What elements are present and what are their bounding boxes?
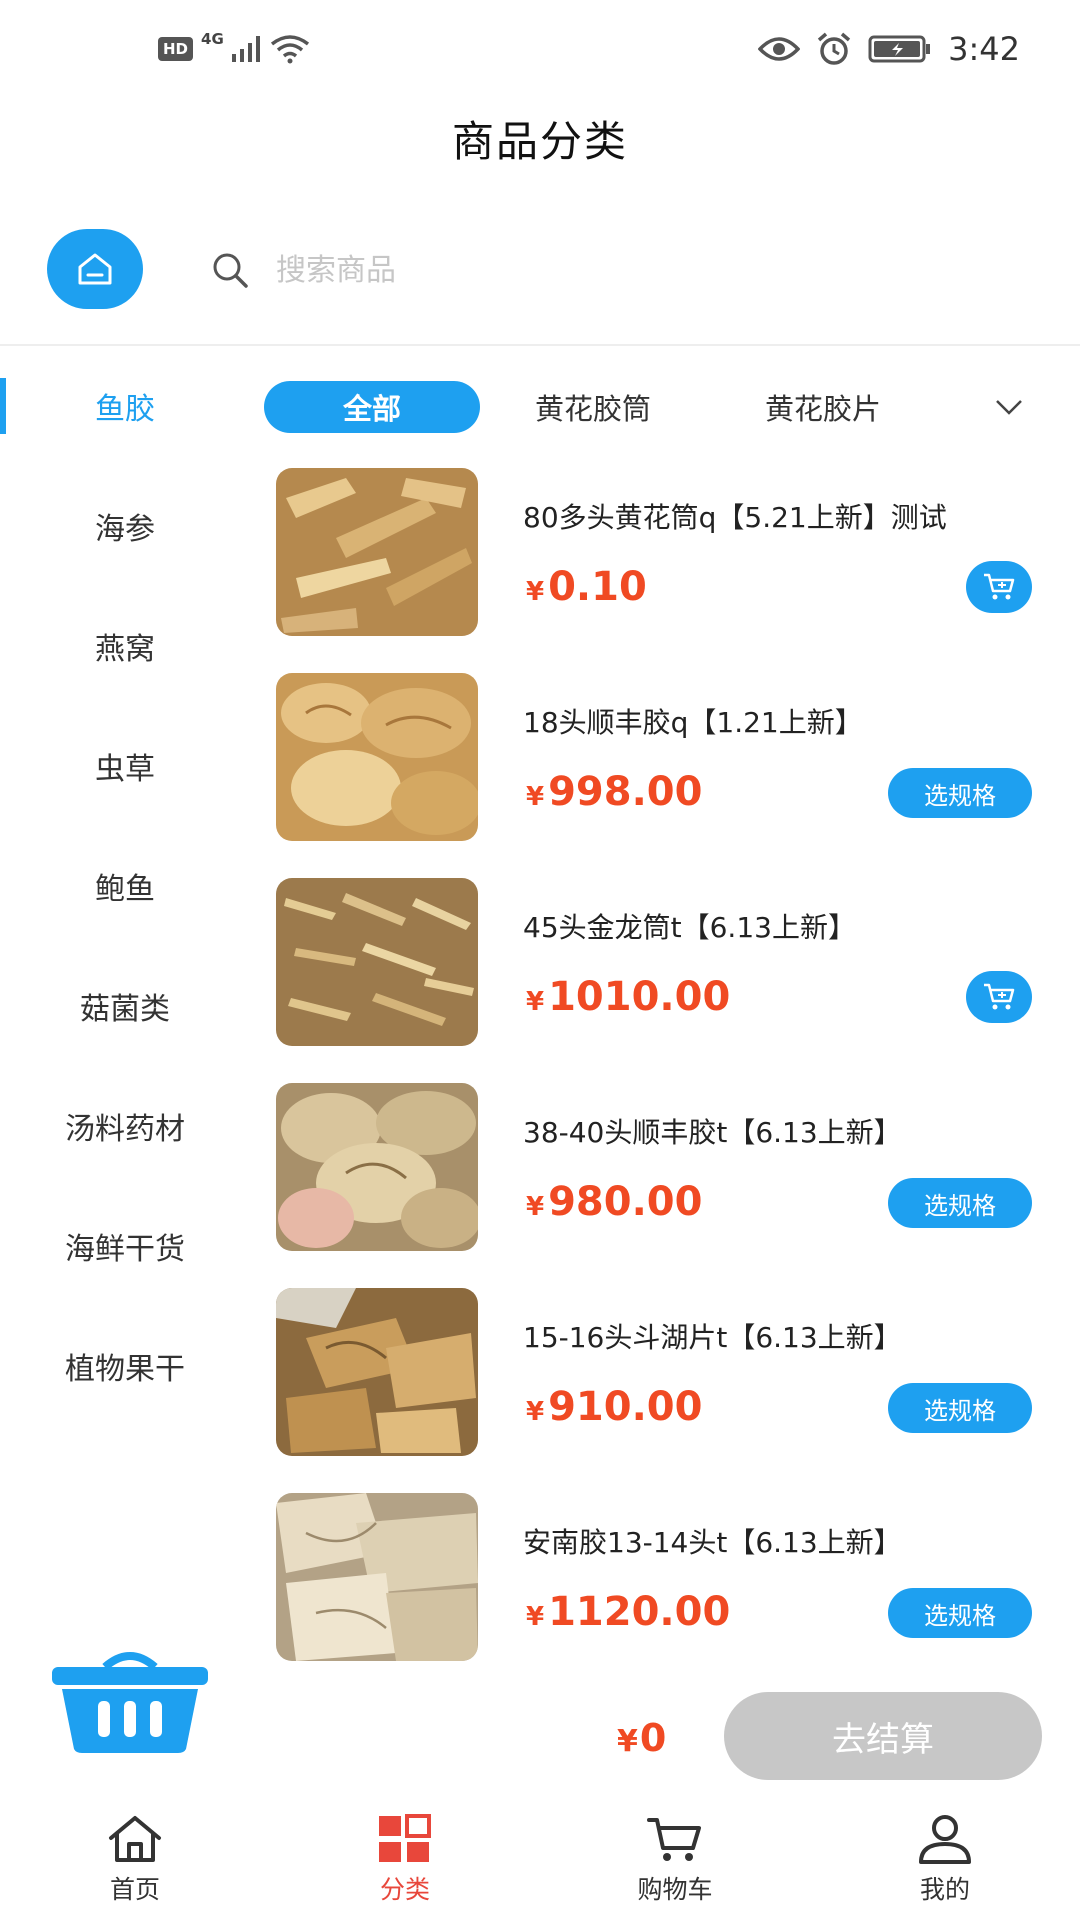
product-image[interactable] bbox=[276, 878, 478, 1046]
expand-subtabs-button[interactable] bbox=[994, 387, 1024, 431]
category-item-birds-nest[interactable]: 燕窝 bbox=[0, 586, 250, 706]
product-item[interactable]: 80多头黄花筒q【5.21上新】测试 ¥ 0.10 bbox=[276, 466, 1066, 671]
product-price: ¥ 980.00 bbox=[526, 1179, 702, 1225]
nav-label: 首页 bbox=[109, 1875, 160, 1904]
bottom-nav: 首页 分类 购物车 我的 bbox=[0, 1800, 1080, 1920]
product-name[interactable]: 安南胶13-14头t【6.13上新】 bbox=[523, 1521, 902, 1561]
select-spec-button[interactable]: 选规格 bbox=[888, 768, 1032, 818]
signal-icon bbox=[231, 36, 260, 62]
currency-symbol: ¥ bbox=[526, 1192, 545, 1222]
nav-item-cart[interactable]: 购物车 bbox=[575, 1814, 775, 1906]
product-price: ¥ 0.10 bbox=[526, 564, 647, 610]
cart-total-amount: 0 bbox=[639, 1716, 667, 1760]
price-amount: 910.00 bbox=[548, 1384, 703, 1430]
add-to-cart-button[interactable] bbox=[966, 971, 1032, 1023]
subtab-tube[interactable]: 黄花胶筒 bbox=[508, 381, 678, 433]
page-title: 商品分类 bbox=[451, 117, 628, 166]
product-price: ¥ 998.00 bbox=[526, 769, 702, 815]
nav-label: 购物车 bbox=[637, 1875, 713, 1904]
product-name[interactable]: 18头顺丰胶q【1.21上新】 bbox=[523, 701, 863, 741]
chevron-down-icon bbox=[996, 400, 1022, 415]
search-bar[interactable] bbox=[210, 240, 1010, 300]
status-time: 3:42 bbox=[948, 30, 1020, 68]
product-item[interactable]: 安南胶13-14头t【6.13上新】 ¥ 1120.00 选规格 bbox=[276, 1491, 1066, 1696]
product-name[interactable]: 45头金龙筒t【6.13上新】 bbox=[523, 906, 856, 946]
category-item-mushrooms[interactable]: 菇菌类 bbox=[0, 946, 250, 1066]
home-button[interactable] bbox=[47, 229, 143, 309]
user-icon bbox=[919, 1815, 971, 1864]
category-item-dried-fruits[interactable]: 植物果干 bbox=[0, 1306, 250, 1426]
nav-item-home[interactable]: 首页 bbox=[35, 1814, 235, 1906]
cart-icon bbox=[647, 1818, 701, 1861]
category-item-soup-herbs[interactable]: 汤料药材 bbox=[0, 1066, 250, 1186]
product-image[interactable] bbox=[276, 673, 478, 841]
wifi-icon bbox=[270, 35, 309, 64]
product-image[interactable] bbox=[276, 1083, 478, 1251]
currency-symbol: ¥ bbox=[617, 1724, 638, 1759]
price-amount: 1120.00 bbox=[548, 1589, 731, 1635]
price-amount: 980.00 bbox=[548, 1179, 703, 1225]
alarm-icon bbox=[818, 32, 851, 65]
cart-add-icon bbox=[984, 573, 1015, 600]
product-item[interactable]: 15-16头斗湖片t【6.13上新】 ¥ 910.00 选规格 bbox=[276, 1286, 1066, 1491]
home-outline-icon bbox=[78, 253, 112, 285]
eye-icon bbox=[758, 37, 801, 61]
search-input[interactable] bbox=[276, 252, 876, 288]
category-item-dried-seafood[interactable]: 海鲜干货 bbox=[0, 1186, 250, 1306]
cart-basket-button[interactable] bbox=[50, 1645, 210, 1759]
product-list: 80多头黄花筒q【5.21上新】测试 ¥ 0.10 18头顺丰胶q【1.21上新… bbox=[276, 466, 1066, 1696]
category-item-abalone[interactable]: 鲍鱼 bbox=[0, 826, 250, 946]
currency-symbol: ¥ bbox=[526, 987, 545, 1017]
category-item-sea-cucumber[interactable]: 海参 bbox=[0, 466, 250, 586]
add-to-cart-button[interactable] bbox=[966, 561, 1032, 613]
product-name[interactable]: 15-16头斗湖片t【6.13上新】 bbox=[523, 1316, 902, 1356]
product-image[interactable] bbox=[276, 468, 478, 636]
category-grid-icon bbox=[379, 1814, 431, 1862]
nav-item-category[interactable]: 分类 bbox=[305, 1814, 505, 1906]
product-price: ¥ 1120.00 bbox=[526, 1589, 730, 1635]
select-spec-button[interactable]: 选规格 bbox=[888, 1178, 1032, 1228]
category-item-fish-maw[interactable]: 鱼胶 bbox=[0, 346, 250, 466]
checkout-button[interactable]: 去结算 bbox=[724, 1692, 1042, 1780]
nav-item-me[interactable]: 我的 bbox=[845, 1814, 1045, 1906]
status-right: 3:42 bbox=[758, 30, 1020, 68]
nav-label: 分类 bbox=[379, 1875, 430, 1904]
select-spec-button[interactable]: 选规格 bbox=[888, 1383, 1032, 1433]
product-item[interactable]: 38-40头顺丰胶t【6.13上新】 ¥ 980.00 选规格 bbox=[276, 1081, 1066, 1286]
subcategory-tabs: 全部 黄花胶筒 黄花胶片 bbox=[264, 381, 1044, 433]
product-image[interactable] bbox=[276, 1493, 478, 1661]
subtab-slice[interactable]: 黄花胶片 bbox=[738, 381, 908, 433]
select-spec-button[interactable]: 选规格 bbox=[888, 1588, 1032, 1638]
product-image[interactable] bbox=[276, 1288, 478, 1456]
basket-icon bbox=[52, 1652, 208, 1753]
category-sidebar: 鱼胶 海参 燕窝 虫草 鲍鱼 菇菌类 汤料药材 海鲜干货 植物果干 bbox=[0, 346, 250, 1426]
battery-icon bbox=[868, 35, 931, 63]
product-price: ¥ 910.00 bbox=[526, 1384, 702, 1430]
status-left: HD 4G bbox=[158, 30, 310, 64]
product-name[interactable]: 80多头黄花筒q【5.21上新】测试 bbox=[523, 496, 947, 536]
price-amount: 0.10 bbox=[548, 564, 647, 610]
cart-total: ¥ 0 bbox=[617, 1716, 666, 1760]
currency-symbol: ¥ bbox=[526, 1397, 545, 1427]
status-bar: HD 4G 3:42 bbox=[0, 0, 1080, 100]
currency-symbol: ¥ bbox=[526, 577, 545, 607]
hd-badge: HD bbox=[158, 37, 194, 61]
price-amount: 998.00 bbox=[548, 769, 703, 815]
currency-symbol: ¥ bbox=[526, 1602, 545, 1632]
subtab-all[interactable]: 全部 bbox=[264, 381, 480, 433]
product-item[interactable]: 45头金龙筒t【6.13上新】 ¥ 1010.00 bbox=[276, 876, 1066, 1081]
search-icon bbox=[213, 253, 248, 288]
cart-add-icon bbox=[984, 983, 1015, 1010]
currency-symbol: ¥ bbox=[526, 782, 545, 812]
category-item-cordyceps[interactable]: 虫草 bbox=[0, 706, 250, 826]
product-name[interactable]: 38-40头顺丰胶t【6.13上新】 bbox=[523, 1111, 902, 1151]
home-icon bbox=[109, 1816, 161, 1862]
price-amount: 1010.00 bbox=[548, 974, 731, 1020]
product-item[interactable]: 18头顺丰胶q【1.21上新】 ¥ 998.00 选规格 bbox=[276, 671, 1066, 876]
network-type: 4G bbox=[201, 30, 224, 48]
product-price: ¥ 1010.00 bbox=[526, 974, 730, 1020]
nav-label: 我的 bbox=[919, 1875, 970, 1904]
